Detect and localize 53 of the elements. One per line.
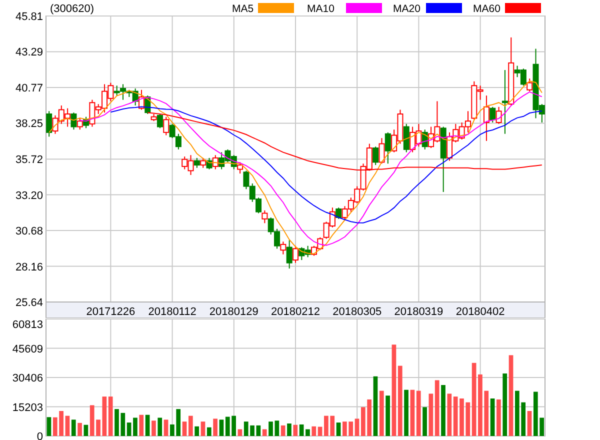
date-label: 20180129	[209, 306, 258, 318]
volume-bar	[133, 418, 138, 436]
axis-label: 15203	[12, 402, 43, 414]
volume-bar	[114, 409, 119, 436]
axis-label: 28.16	[15, 261, 43, 274]
axis-label: 60813	[12, 319, 43, 331]
volume-bar	[250, 425, 254, 436]
axis-label: 30.68	[15, 226, 43, 238]
date-label: 20180112	[148, 306, 196, 318]
volume-bar	[268, 422, 273, 436]
axis-label: 0	[36, 431, 43, 440]
axis-label: 40.77	[15, 82, 43, 94]
volume-bar	[422, 407, 427, 436]
volume-bar	[170, 424, 174, 436]
stock-code: (300620)	[50, 3, 94, 15]
date-label: 20180212	[271, 306, 320, 318]
volume-bar	[287, 424, 292, 436]
volume-bar	[306, 429, 310, 436]
volume-bar	[441, 385, 446, 436]
volume-bar	[194, 426, 199, 436]
volume-bar	[78, 422, 82, 436]
legend-label: MA10	[307, 3, 334, 15]
volume-bar	[342, 422, 347, 436]
legend-label: MA60	[473, 3, 500, 15]
volume-bar	[515, 390, 520, 436]
volume-bar	[213, 418, 218, 436]
volume-bar	[324, 416, 328, 436]
volume-bar	[232, 416, 236, 436]
axis-label: 45609	[12, 343, 43, 356]
volume-bar	[540, 418, 544, 436]
volume-bar	[188, 416, 193, 436]
axis-label: 38.25	[15, 118, 43, 130]
axis-label: 43.29	[15, 46, 43, 59]
date-label: 20180319	[394, 306, 444, 318]
volume-bar	[96, 420, 100, 436]
legend-label: MA5	[232, 3, 254, 15]
axis-label: 25.64	[15, 297, 43, 309]
legend-label: MA20	[393, 3, 420, 15]
volume-bar	[478, 374, 482, 436]
volume-bar	[496, 399, 501, 436]
date-label: 20171226	[86, 306, 136, 318]
date-label: 20180402	[456, 306, 505, 318]
axis-label: 45.81	[15, 11, 43, 23]
axis-label: 33.20	[15, 190, 43, 202]
volume-bar	[152, 420, 156, 436]
volume-bar	[367, 399, 372, 436]
volume-bar	[59, 411, 64, 436]
volume-bar	[404, 390, 408, 436]
date-label: 20180305	[332, 306, 382, 318]
volume-bar	[386, 396, 390, 436]
axis-label: 30406	[12, 372, 43, 384]
axis-label: 35.72	[15, 154, 43, 166]
volume-bar	[460, 398, 464, 436]
